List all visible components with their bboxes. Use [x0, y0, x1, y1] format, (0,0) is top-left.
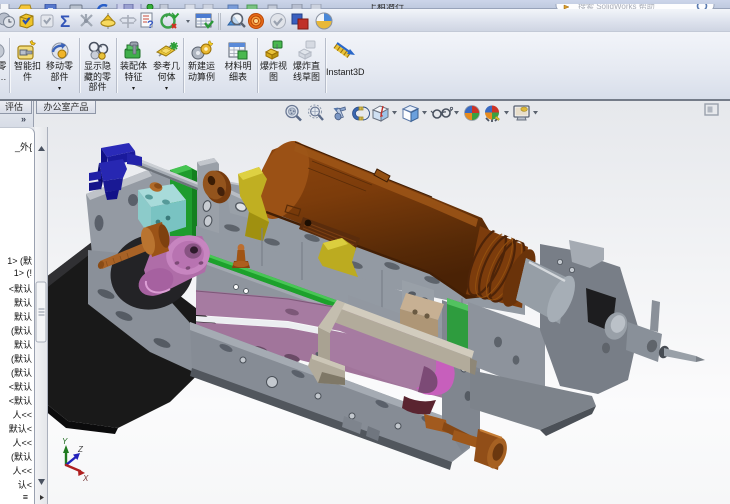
svg-text:Σ: Σ: [60, 12, 70, 31]
svg-text:X: X: [82, 474, 89, 483]
svg-text:?: ?: [147, 19, 154, 31]
svg-text:Y: Y: [62, 437, 68, 446]
svg-text:Z: Z: [77, 445, 84, 454]
